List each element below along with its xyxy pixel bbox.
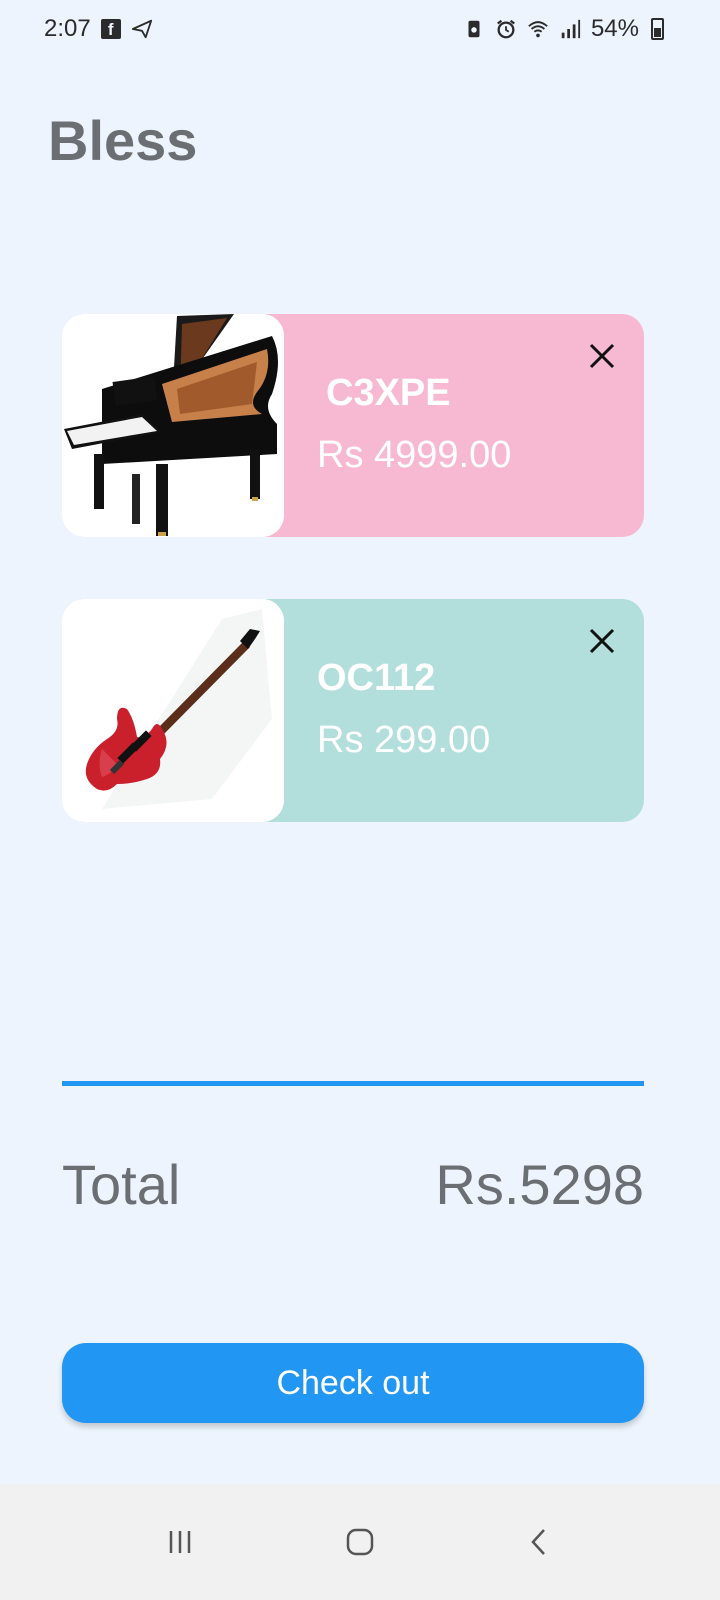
remove-item-button[interactable] bbox=[586, 625, 618, 657]
battery-percent: 54% bbox=[590, 15, 639, 42]
close-icon bbox=[589, 628, 615, 654]
back-button[interactable] bbox=[520, 1522, 560, 1562]
wifi-icon bbox=[528, 21, 548, 38]
status-left: 2:07 f bbox=[44, 15, 153, 43]
item-price: Rs 4999.00 bbox=[317, 434, 512, 476]
battery-icon bbox=[651, 18, 664, 40]
status-bar: 2:07 f 54% bbox=[0, 0, 720, 58]
recent-apps-button[interactable] bbox=[160, 1522, 200, 1562]
product-image-piano bbox=[62, 314, 284, 537]
electric-guitar-icon bbox=[62, 599, 284, 822]
total-value: Rs.5298 bbox=[435, 1153, 644, 1216]
recent-apps-icon bbox=[169, 1531, 191, 1553]
alarm-icon bbox=[497, 19, 515, 39]
battery-saver-icon bbox=[468, 20, 480, 38]
cart-item-card[interactable]: OC112 Rs 299.00 bbox=[62, 599, 644, 822]
divider bbox=[62, 1081, 644, 1086]
send-icon bbox=[131, 19, 152, 39]
cart-item-card[interactable]: C3XPE Rs 4999.00 bbox=[62, 314, 644, 537]
item-name: C3XPE bbox=[326, 372, 451, 414]
system-nav-bar bbox=[0, 1484, 720, 1600]
signal-icon bbox=[561, 19, 581, 39]
home-button[interactable] bbox=[340, 1522, 380, 1562]
back-icon bbox=[531, 1529, 545, 1555]
item-price: Rs 299.00 bbox=[317, 719, 491, 761]
status-time: 2:07 bbox=[44, 15, 91, 42]
page-title: Bless bbox=[48, 109, 198, 172]
facebook-icon: f bbox=[100, 19, 121, 39]
product-image-guitar bbox=[62, 599, 284, 822]
total-label: Total bbox=[62, 1153, 181, 1216]
grand-piano-icon bbox=[62, 314, 284, 537]
item-name: OC112 bbox=[317, 657, 436, 699]
home-icon bbox=[346, 1528, 374, 1556]
close-icon bbox=[589, 343, 615, 369]
status-right: 54% bbox=[463, 15, 664, 43]
checkout-button[interactable]: Check out bbox=[62, 1343, 644, 1423]
remove-item-button[interactable] bbox=[586, 340, 618, 372]
